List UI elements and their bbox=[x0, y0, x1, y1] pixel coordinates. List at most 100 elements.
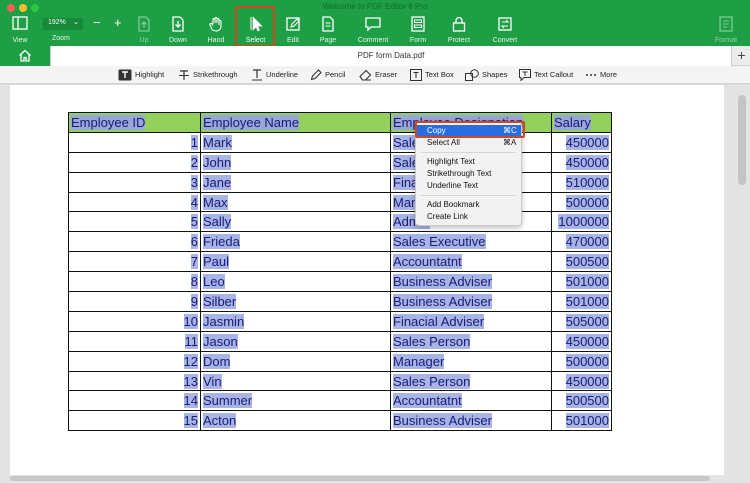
cell-salary: 450000 bbox=[551, 370, 612, 392]
cell-salary: 501000 bbox=[551, 291, 612, 312]
edit-tool-button[interactable]: Edit bbox=[279, 14, 307, 46]
cell-employee-name: Acton bbox=[200, 410, 391, 432]
annotation-toolbar: Highlight Strikethrough Underline Pencil… bbox=[0, 66, 750, 84]
cell-employee-name: Paul bbox=[200, 251, 391, 273]
table-body: 1MarkSales Executive4500002JohnSales Adv… bbox=[68, 131, 612, 432]
cell-employee-id: 11 bbox=[68, 330, 201, 352]
chevron-down-icon: ⌄ bbox=[73, 19, 79, 26]
table-header-row: Employee ID Employee Name Employee Desig… bbox=[68, 112, 612, 133]
comment-tool-button[interactable]: Comment bbox=[352, 14, 394, 46]
form-label: Form bbox=[409, 37, 427, 44]
cell-salary: 470000 bbox=[551, 231, 612, 253]
create-link-label: Create Link bbox=[427, 212, 468, 221]
zoom-label: Zoom bbox=[52, 35, 70, 42]
text-callout-button[interactable]: Text Callout bbox=[519, 68, 573, 82]
cell-employee-designation: Accountatnt bbox=[390, 251, 552, 273]
page-label: Page bbox=[319, 37, 337, 44]
table-row: 11 Jason Sales Person 450000 bbox=[68, 330, 612, 352]
comment-label: Comment bbox=[357, 37, 389, 44]
eraser-icon bbox=[359, 69, 372, 81]
page-down-icon bbox=[163, 16, 193, 36]
page-icon bbox=[313, 16, 343, 36]
cell-employee-name: Mark bbox=[200, 131, 391, 153]
menu-item-highlight-text[interactable]: Highlight Text bbox=[416, 156, 521, 167]
table-row: 15 Acton Business Adviser 501000 bbox=[68, 410, 612, 432]
horizontal-scrollbar[interactable] bbox=[10, 476, 710, 481]
cell-employee-name: John bbox=[200, 151, 391, 173]
form-tool-button[interactable]: Form bbox=[403, 14, 433, 46]
cell-employee-id: 5 bbox=[68, 211, 201, 233]
zoom-value: 192% bbox=[48, 19, 66, 26]
cell-employee-id: 7 bbox=[68, 251, 201, 273]
table-row: 9 Silber Business Adviser 501000 bbox=[68, 291, 612, 312]
page-tool-button[interactable]: Page bbox=[313, 14, 343, 46]
table-row: 12 Dom Manager 500000 bbox=[68, 350, 612, 372]
page-down-button[interactable]: Down bbox=[163, 14, 193, 46]
cell-employee-name: Silber bbox=[200, 291, 391, 312]
cell-employee-designation: Finacial Adviser bbox=[390, 310, 552, 332]
zoom-in-button[interactable]: + bbox=[114, 15, 122, 30]
cell-employee-designation: Sales Person bbox=[390, 370, 552, 392]
convert-icon bbox=[487, 16, 523, 36]
cell-salary: 1000000 bbox=[551, 211, 612, 233]
cell-salary: 510000 bbox=[551, 171, 612, 193]
shapes-button[interactable]: Shapes bbox=[465, 68, 507, 82]
text-callout-label: Text Callout bbox=[534, 70, 574, 80]
protect-tool-button[interactable]: Protect bbox=[442, 14, 476, 46]
cell-employee-name: Leo bbox=[200, 271, 391, 293]
menu-item-select-all[interactable]: Select All ⌘A bbox=[416, 137, 521, 148]
text-box-icon bbox=[410, 69, 422, 82]
page-up-button[interactable]: Up bbox=[130, 14, 158, 46]
format-tool-button[interactable]: Format bbox=[709, 14, 743, 46]
cell-employee-id: 1 bbox=[68, 131, 201, 153]
zoom-out-button[interactable]: − bbox=[93, 15, 101, 30]
strikethrough-button[interactable]: Strikethrough bbox=[178, 68, 238, 82]
add-bookmark-label: Add Bookmark bbox=[427, 200, 480, 209]
underline-label: Underline bbox=[266, 70, 299, 80]
menu-item-strikethrough-text[interactable]: Strikethrough Text bbox=[416, 168, 521, 179]
highlight-icon bbox=[118, 69, 132, 81]
cell-salary: 500500 bbox=[551, 390, 612, 412]
cell-employee-designation: Sales Person bbox=[390, 330, 552, 352]
document-tab[interactable]: PDF form Data.pdf bbox=[50, 46, 732, 66]
pencil-button[interactable]: Pencil bbox=[310, 68, 345, 82]
hand-icon bbox=[201, 16, 231, 36]
text-box-button[interactable]: Text Box bbox=[410, 68, 454, 82]
zoom-select[interactable]: 192% ⌄ bbox=[43, 18, 83, 30]
page-up-icon bbox=[130, 16, 158, 36]
underline-button[interactable]: Underline bbox=[251, 68, 298, 82]
menu-item-create-link[interactable]: Create Link bbox=[416, 211, 521, 222]
up-label: Up bbox=[139, 37, 149, 44]
add-tab-button[interactable]: + bbox=[733, 46, 750, 66]
underline-icon bbox=[251, 69, 263, 81]
format-icon bbox=[709, 16, 743, 36]
cell-employee-name: Max bbox=[200, 191, 391, 213]
cell-employee-name: Dom bbox=[200, 350, 391, 372]
cell-employee-id: 6 bbox=[68, 231, 201, 253]
view-button[interactable]: View bbox=[4, 14, 36, 46]
convert-tool-button[interactable]: Convert bbox=[487, 14, 523, 46]
highlight-text-label: Highlight Text bbox=[427, 157, 475, 166]
shapes-label: Shapes bbox=[482, 70, 508, 80]
menu-item-underline-text[interactable]: Underline Text bbox=[416, 180, 521, 191]
main-toolbar: Welcome to PDF Editor 6 Pro View 192% ⌄ … bbox=[0, 0, 750, 47]
cell-employee-name: Frieda bbox=[200, 231, 391, 253]
vertical-scrollbar[interactable] bbox=[738, 95, 746, 185]
table-row: 10 Jasmin Finacial Adviser 505000 bbox=[68, 310, 612, 332]
highlight-button[interactable]: Highlight bbox=[118, 68, 164, 82]
cell-salary: 501000 bbox=[551, 410, 612, 432]
menu-item-add-bookmark[interactable]: Add Bookmark bbox=[416, 199, 521, 210]
underline-text-label: Underline Text bbox=[427, 181, 478, 190]
cell-salary: 450000 bbox=[551, 151, 612, 173]
home-tab[interactable] bbox=[0, 46, 50, 66]
header-employee-id: Employee ID bbox=[68, 112, 201, 133]
edit-label: Edit bbox=[286, 37, 300, 44]
more-button[interactable]: More bbox=[585, 68, 617, 82]
cell-salary: 500000 bbox=[551, 350, 612, 372]
table-row: 8 Leo Business Adviser 501000 bbox=[68, 271, 612, 293]
hand-tool-button[interactable]: Hand bbox=[201, 14, 231, 46]
eraser-button[interactable]: Eraser bbox=[359, 68, 397, 82]
cell-employee-id: 15 bbox=[68, 410, 201, 432]
cell-employee-id: 13 bbox=[68, 370, 201, 392]
convert-label: Convert bbox=[492, 37, 518, 44]
